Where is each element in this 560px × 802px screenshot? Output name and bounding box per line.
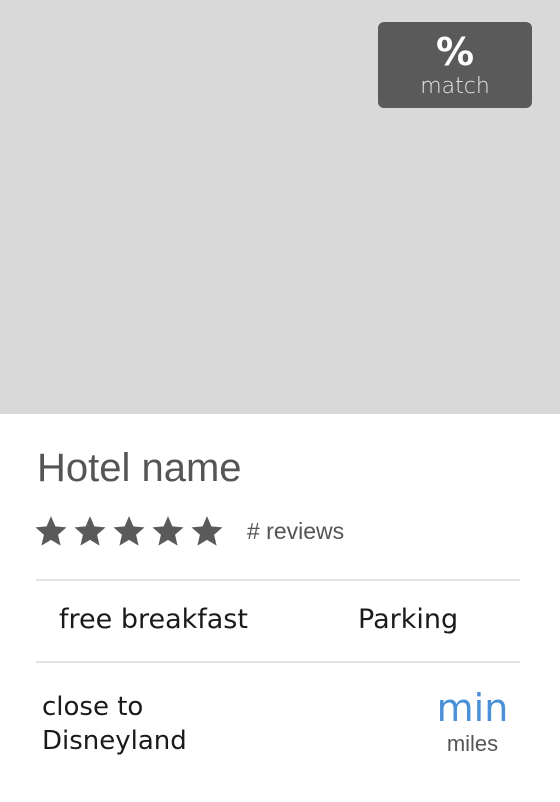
travel-time: min: [436, 686, 509, 730]
divider: [36, 661, 520, 663]
divider: [36, 579, 520, 581]
star-icon: [73, 514, 107, 548]
match-badge: % match: [378, 22, 532, 108]
star-icon: [190, 514, 224, 548]
distance-miles: miles: [446, 731, 499, 756]
star-rating: [34, 514, 229, 548]
match-label: match: [420, 74, 490, 99]
amenity-free-breakfast: free breakfast: [59, 604, 248, 635]
star-icon: [34, 514, 68, 548]
amenity-parking: Parking: [358, 604, 459, 635]
star-icon: [112, 514, 146, 548]
hotel-photo-placeholder[interactable]: % match: [0, 0, 560, 414]
reviews-count-link[interactable]: # reviews: [247, 518, 344, 545]
location-description: close to Disneyland: [42, 690, 187, 758]
star-icon: [151, 514, 185, 548]
match-percentage: %: [435, 30, 475, 74]
location-line-1: close to: [42, 692, 144, 722]
location-line-2: Disneyland: [42, 726, 187, 756]
hotel-name[interactable]: Hotel name: [37, 444, 242, 492]
distance-info: min miles: [420, 686, 525, 758]
hotel-card[interactable]: % match Hotel name # reviews free breakf: [0, 0, 560, 802]
rating-row: # reviews: [34, 508, 344, 554]
